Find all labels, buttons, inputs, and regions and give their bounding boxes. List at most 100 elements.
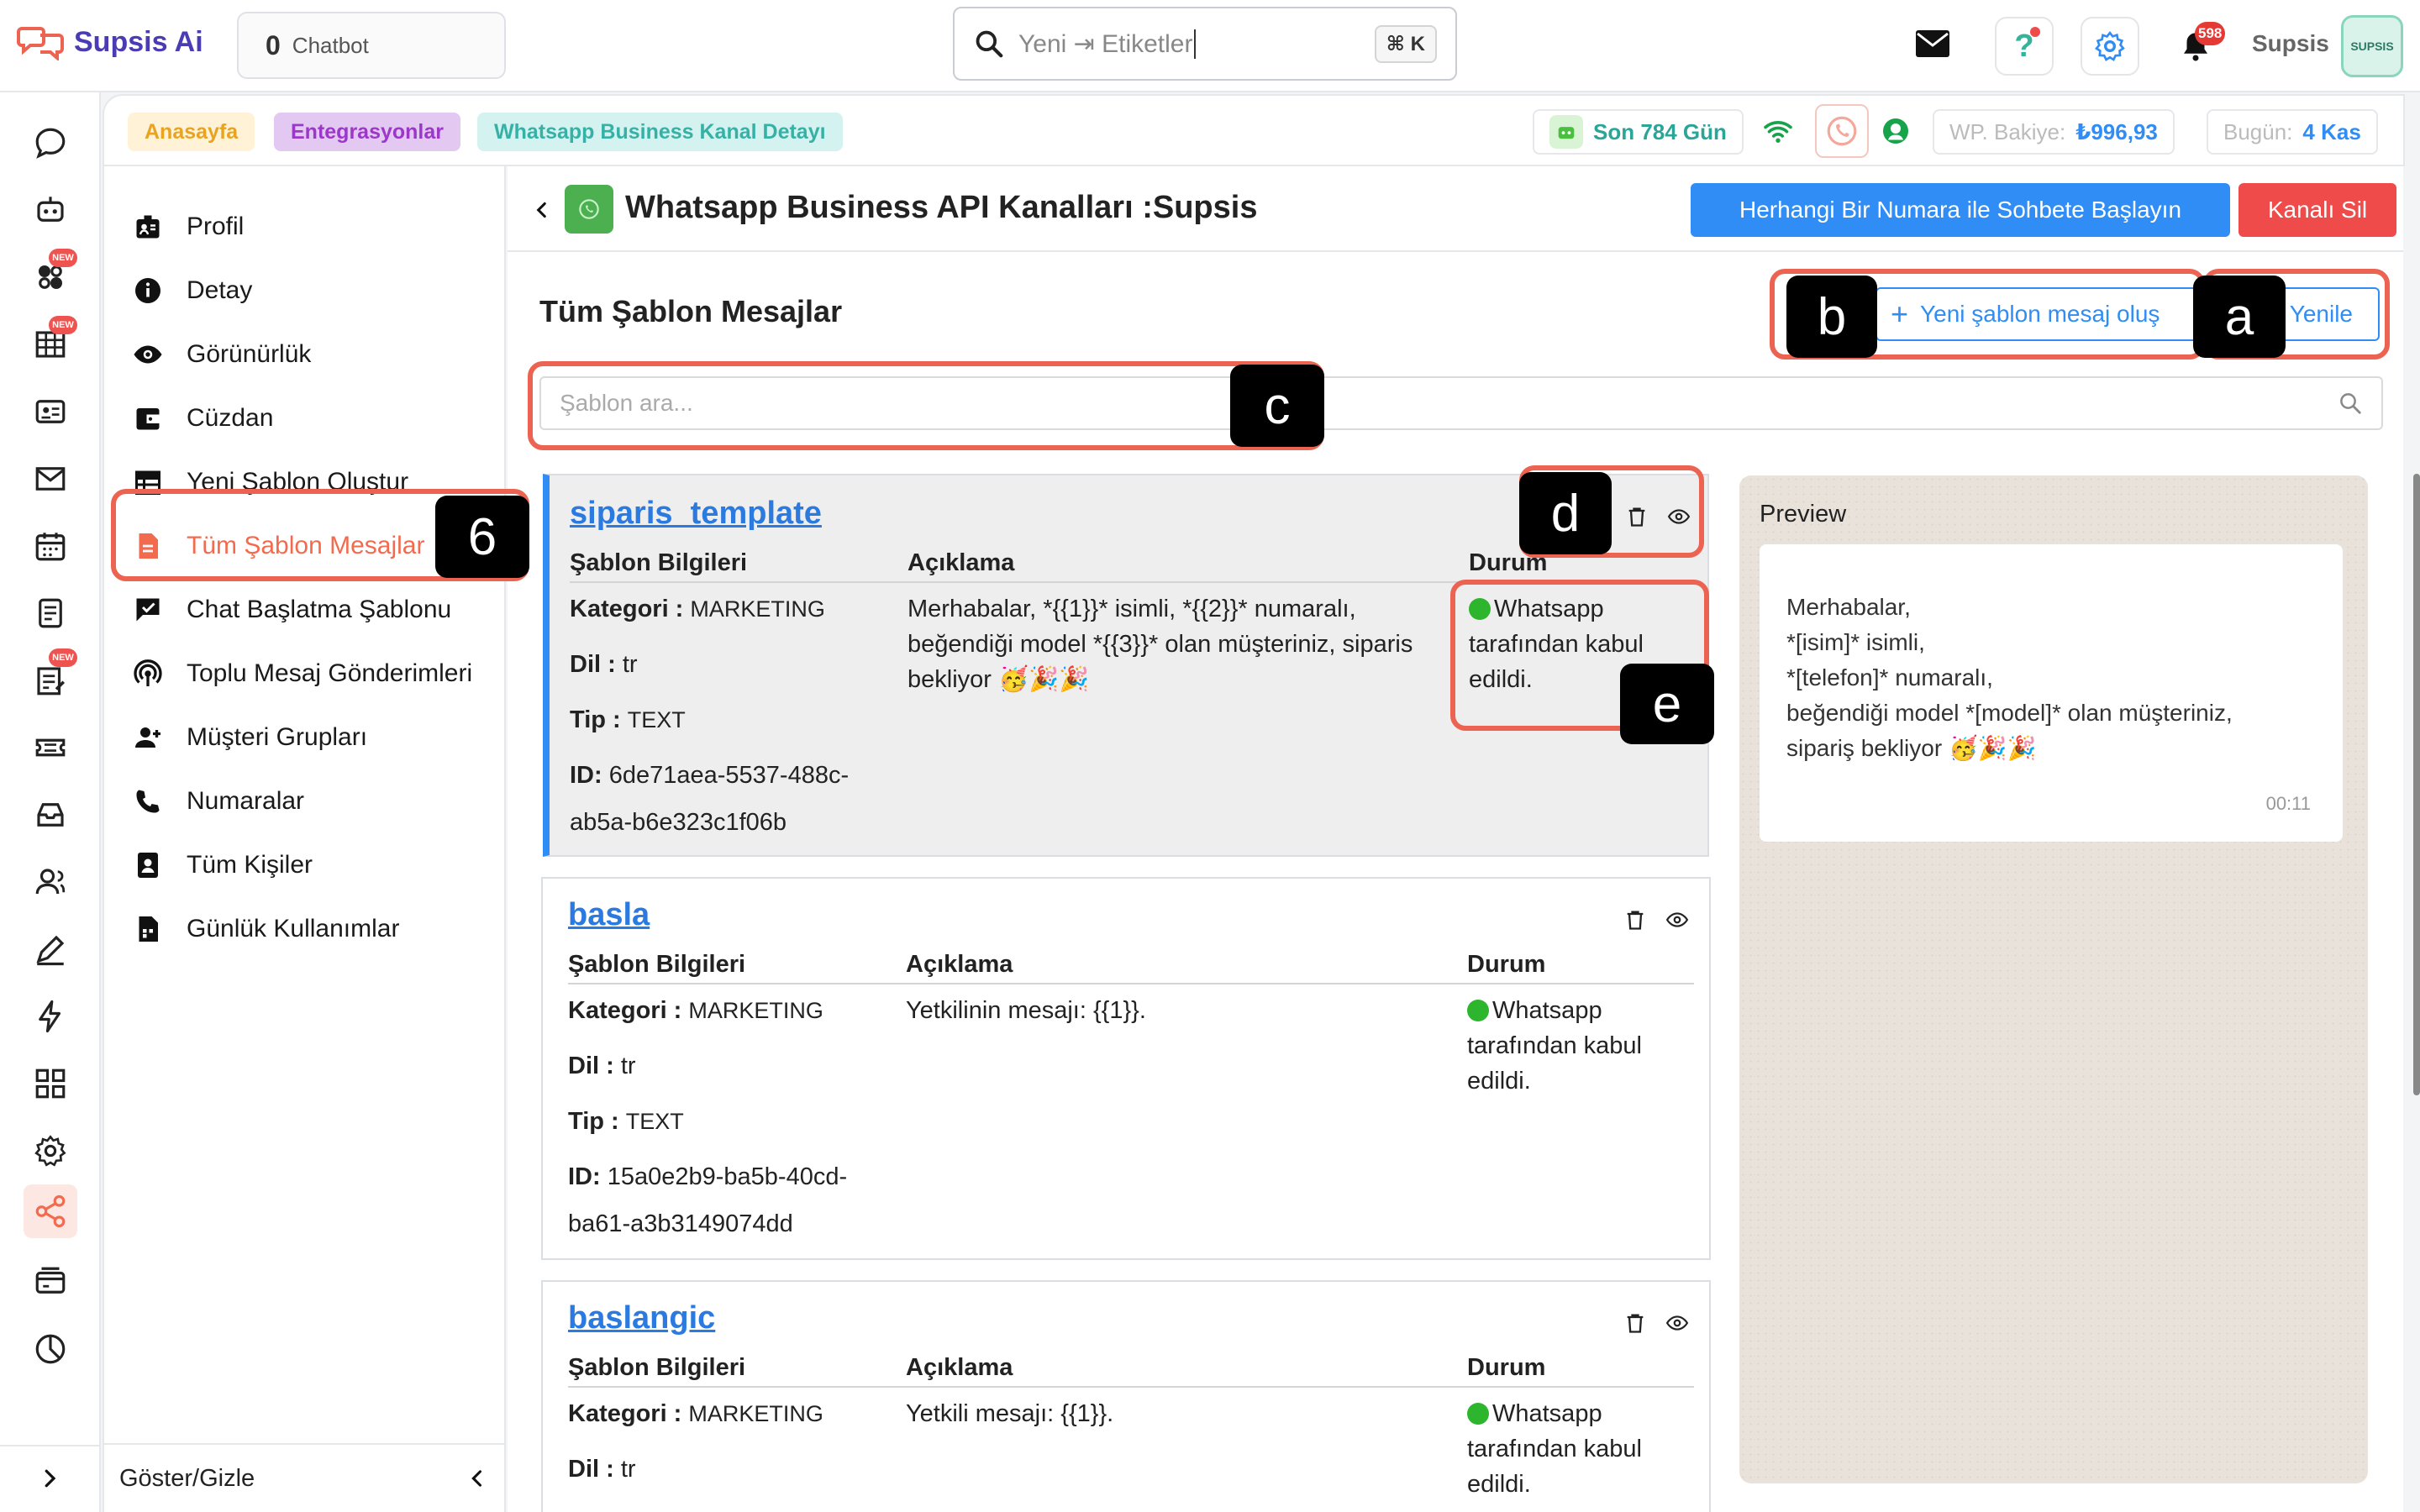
trash-icon[interactable] [1623, 907, 1647, 932]
rail-bolt-icon[interactable] [24, 990, 77, 1043]
logo-text: Supsis Ai [74, 25, 203, 58]
col-desc-header: Açıklama [908, 549, 1015, 576]
annotation-label-d: d [1519, 472, 1612, 554]
trash-icon[interactable] [1623, 1310, 1647, 1336]
col-status-header: Durum [1467, 951, 1546, 978]
sidebar-item-label: Numaralar [187, 787, 305, 815]
global-search[interactable]: Yeni ⇥ Etiketler ⌘ K [953, 7, 1457, 81]
rail-edit-icon[interactable] [24, 922, 77, 976]
wallet-icon [133, 403, 163, 433]
eye-icon [133, 339, 163, 370]
whatsapp-status-icon[interactable] [1815, 104, 1869, 158]
template-description: Yetkili mesajı: {{1}}. [906, 1400, 1114, 1427]
rail-ticket-icon[interactable] [24, 721, 77, 774]
sidebar-item[interactable]: Tüm Kişiler [133, 838, 313, 892]
rail-users-icon[interactable] [24, 855, 77, 909]
rail-bot-icon[interactable] [24, 183, 77, 237]
scrollbar-thumb[interactable] [2413, 474, 2420, 1095]
rail-chat-icon[interactable] [24, 116, 77, 170]
search-icon [976, 30, 1003, 58]
sidebar-item[interactable]: Günlük Kullanımlar [133, 902, 399, 956]
eye-icon[interactable] [1664, 1312, 1691, 1334]
help-button[interactable]: ? [1995, 17, 2054, 76]
help-dot [2030, 27, 2040, 37]
app-logo[interactable]: Supsis Ai [17, 24, 203, 60]
sidebar-item-label: Tüm Şablon Mesajlar [187, 532, 425, 559]
user-name[interactable]: Supsis [2252, 30, 2329, 57]
chatbot-selector[interactable]: 0 Chatbot [237, 12, 506, 79]
trash-icon[interactable] [1625, 504, 1649, 529]
template-name[interactable]: baslangic [568, 1300, 715, 1336]
sidebar-item[interactable]: Detay [133, 264, 252, 318]
sidebar-item[interactable]: Cüzdan [133, 391, 273, 445]
new-template-button[interactable]: + Yeni şablon mesaj oluş [1876, 287, 2215, 341]
sidebar-item[interactable]: Müşteri Grupları [133, 711, 367, 764]
sidebar-item[interactable]: Tüm Şablon Mesajlar [133, 519, 424, 573]
template-name[interactable]: siparis_template [570, 496, 822, 532]
template-card[interactable]: baslangic Şablon Bilgileri Açıklama Duru… [541, 1280, 1711, 1512]
preview-message-bubble: Merhabalar, *[isim]* isimli, *[telefon]*… [1760, 544, 2343, 842]
breadcrumb-integrations[interactable]: Entegrasyonlar [274, 113, 461, 151]
rail-widgets-icon[interactable] [24, 1057, 77, 1110]
col-info-header: Şablon Bilgileri [568, 1354, 746, 1381]
sidebar-item[interactable]: Toplu Mesaj Gönderimleri [133, 647, 472, 701]
avatar[interactable]: SUPSIS [2341, 15, 2403, 77]
rail-billing-icon[interactable] [24, 1255, 77, 1309]
mail-icon[interactable] [1914, 29, 1951, 59]
search-input[interactable]: Yeni ⇥ Etiketler [1018, 29, 1197, 59]
days-chip: Son 784 Gün [1533, 109, 1744, 155]
template-card[interactable]: basla Şablon Bilgileri Açıklama Durum Ka… [541, 877, 1711, 1260]
breadcrumb-home[interactable]: Anasayfa [128, 113, 255, 151]
delete-channel-button[interactable]: Kanalı Sil [2238, 183, 2396, 237]
start-chat-button[interactable]: Herhangi Bir Numara ile Sohbete Başlayın [1691, 183, 2230, 237]
settings-button[interactable] [2081, 17, 2139, 76]
preview-title: Preview [1760, 501, 1847, 528]
back-chevron-icon[interactable] [531, 195, 553, 225]
col-status-header: Durum [1467, 1354, 1546, 1381]
template-description: Yetkilinin mesajı: {{1}}. [906, 997, 1146, 1024]
page-title: Whatsapp Business API Kanalları :Supsis [625, 190, 1258, 225]
new-badge: NEW [49, 648, 77, 667]
sidebar-item[interactable]: Numaralar [133, 774, 304, 828]
rail-list-icon[interactable] [24, 586, 77, 640]
col-desc-header: Açıklama [906, 1354, 1013, 1381]
main-panel: Whatsapp Business API Kanalları :Supsis … [508, 166, 2420, 1512]
rail-share-icon[interactable] [24, 1184, 77, 1238]
annotation-label-e: e [1620, 664, 1714, 744]
sidebar-item-label: Yeni Şablon Oluştur [187, 468, 409, 496]
template-status: Whatsapp tarafından kabul edildi. [1467, 1400, 1642, 1498]
breadcrumb-channel-detail[interactable]: Whatsapp Business Kanal Detayı [477, 113, 843, 151]
template-description: Merhabalar, *{{1}}* isimli, *{{2}}* numa… [908, 596, 1413, 693]
annotation-label-c: c [1230, 365, 1324, 447]
annotation-label-6: 6 [435, 496, 529, 578]
sidebar-item[interactable]: Chat Başlatma Şablonu [133, 583, 451, 637]
contacts-icon [133, 850, 163, 880]
eye-icon[interactable] [1665, 506, 1692, 528]
eye-icon[interactable] [1664, 909, 1691, 931]
plus-icon: + [1891, 297, 1909, 331]
approved-dot [1469, 598, 1491, 620]
sidebar-item[interactable]: Görünürlük [133, 328, 311, 381]
sidebar-item-label: Detay [187, 276, 253, 304]
agent-icon [1881, 116, 1911, 146]
today-chip: Bugün: 4 Kas [2207, 109, 2378, 155]
annotation-label-a: a [2193, 276, 2286, 358]
rail-mail-icon[interactable] [24, 452, 77, 506]
template-search-input[interactable]: Şablon ara... [539, 376, 2383, 430]
rail-chart-icon[interactable] [24, 1322, 77, 1376]
rail-settings-icon[interactable] [24, 1124, 77, 1178]
sidebar-item[interactable]: Profil [133, 200, 244, 254]
toggle-sidebar[interactable]: Göster/Gizle [104, 1443, 506, 1512]
gear-icon [2095, 31, 2125, 61]
expand-chevron-icon[interactable] [37, 1462, 62, 1495]
sidebar-item[interactable]: Yeni Şablon Oluştur [133, 455, 408, 509]
logo-icon [17, 27, 64, 60]
rail-inbox-icon[interactable] [24, 788, 77, 842]
rail-card-icon[interactable] [24, 385, 77, 438]
collapse-chevron-icon[interactable] [466, 1463, 489, 1494]
rail-calendar-icon[interactable] [24, 519, 77, 573]
template-name[interactable]: basla [568, 897, 650, 933]
table-icon [133, 467, 163, 497]
top-bar: Supsis Ai 0 Chatbot Yeni ⇥ Etiketler ⌘ K… [0, 0, 2420, 92]
template-search-placeholder: Şablon ara... [560, 390, 693, 416]
